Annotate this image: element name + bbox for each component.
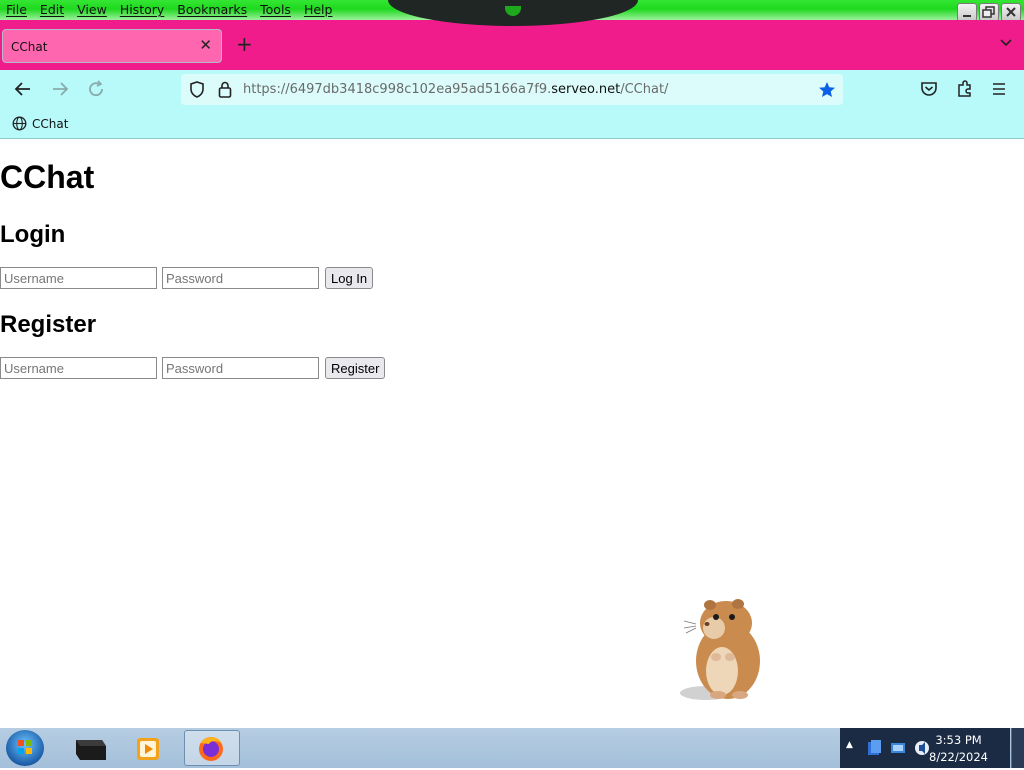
minimize-icon xyxy=(963,15,971,17)
tab-title: CChat xyxy=(11,40,48,54)
url-prefix: https://6497db3418c998c102ea95ad5166a7f9… xyxy=(243,82,552,97)
puzzle-piece-icon xyxy=(958,80,971,97)
padlock-icon xyxy=(218,81,232,98)
taskbar: ▲ 3:53 PM 8/22/2024 xyxy=(0,728,1024,768)
start-button[interactable] xyxy=(6,730,44,766)
hamburger-icon xyxy=(993,83,1005,95)
shield-icon[interactable] xyxy=(189,81,205,102)
navigation-bar: https://6497db3418c998c102ea95ad5166a7f9… xyxy=(0,70,1024,139)
forward-icon[interactable] xyxy=(51,80,69,103)
star-icon xyxy=(819,82,835,97)
taskbar-app-firefox[interactable] xyxy=(184,730,240,766)
taskbar-app-media-player[interactable] xyxy=(124,732,172,764)
show-hidden-icons-arrow-icon[interactable]: ▲ xyxy=(846,740,853,750)
register-password-input[interactable] xyxy=(162,357,319,379)
url-text[interactable]: https://6497db3418c998c102ea95ad5166a7f9… xyxy=(243,82,668,97)
reload-icon[interactable] xyxy=(87,80,105,103)
menu-history[interactable]: History xyxy=(120,2,164,17)
globe-icon xyxy=(12,116,27,131)
page-content: CChat Login Log In Register Register xyxy=(0,139,1024,728)
pocket-icon[interactable] xyxy=(920,80,938,103)
register-username-input[interactable] xyxy=(0,357,157,379)
login-username-input[interactable] xyxy=(0,267,157,289)
firefox-icon xyxy=(199,737,223,761)
bookmarks-toolbar: CChat xyxy=(12,116,68,131)
show-desktop-button[interactable] xyxy=(1011,728,1024,768)
network-tray-icon[interactable] xyxy=(890,741,906,755)
terminal-box-icon xyxy=(76,740,106,760)
notch-indicator xyxy=(505,6,521,16)
menu-edit[interactable]: Edit xyxy=(40,2,64,17)
menu-view[interactable]: View xyxy=(77,2,107,17)
chevron-down-icon xyxy=(1000,39,1012,47)
volume-tray-icon[interactable] xyxy=(914,739,930,757)
tab-strip: CChat ✕ + xyxy=(0,26,1024,70)
url-path: /CChat/ xyxy=(620,82,669,97)
menu-items: File Edit View History Bookmarks Tools H… xyxy=(6,2,345,17)
windows-logo-icon xyxy=(18,740,32,754)
taskbar-clock[interactable]: 3:53 PM 8/22/2024 xyxy=(929,732,988,766)
menu-file[interactable]: File xyxy=(6,2,27,17)
new-tab-icon[interactable]: + xyxy=(236,32,253,56)
taskbar-app-terminal[interactable] xyxy=(66,732,114,764)
clock-time: 3:53 PM xyxy=(935,733,982,747)
restore-icon xyxy=(982,6,995,18)
address-bar[interactable]: https://6497db3418c998c102ea95ad5166a7f9… xyxy=(181,74,843,105)
system-tray: ▲ 3:53 PM 8/22/2024 xyxy=(840,728,1010,768)
tab-cchat[interactable]: CChat ✕ xyxy=(2,29,222,63)
tracking-shield-icon xyxy=(190,81,204,98)
url-domain: serveo.net xyxy=(551,82,621,97)
app-menu-icon[interactable] xyxy=(991,80,1007,103)
register-button[interactable]: Register xyxy=(325,357,386,379)
menu-help[interactable]: Help xyxy=(304,2,333,17)
reload-arrow-icon xyxy=(89,80,103,97)
media-player-icon xyxy=(137,738,159,760)
bookmark-star-icon[interactable] xyxy=(818,81,836,102)
menu-bookmarks[interactable]: Bookmarks xyxy=(177,2,247,17)
back-icon[interactable] xyxy=(14,80,32,103)
menu-tools[interactable]: Tools xyxy=(260,2,291,17)
list-tabs-chevron-icon[interactable] xyxy=(1000,35,1012,51)
back-arrow-icon xyxy=(14,82,30,96)
hamster-mascot-image xyxy=(680,599,760,700)
login-password-input[interactable] xyxy=(162,267,319,289)
login-heading: Login xyxy=(0,221,66,248)
save-to-pocket-icon xyxy=(921,82,937,96)
forward-arrow-icon xyxy=(53,82,69,96)
security-tray-icon[interactable] xyxy=(866,740,882,756)
register-heading: Register xyxy=(0,311,97,338)
bookmark-cchat[interactable]: CChat xyxy=(12,116,68,131)
bookmark-label: CChat xyxy=(32,116,69,131)
tab-close-icon[interactable]: ✕ xyxy=(199,36,212,54)
login-button[interactable]: Log In xyxy=(325,267,374,289)
extensions-icon[interactable] xyxy=(956,80,974,103)
page-title: CChat xyxy=(0,159,95,195)
clock-date: 8/22/2024 xyxy=(929,750,988,764)
close-icon xyxy=(1006,7,1016,17)
lock-icon[interactable] xyxy=(218,81,232,102)
